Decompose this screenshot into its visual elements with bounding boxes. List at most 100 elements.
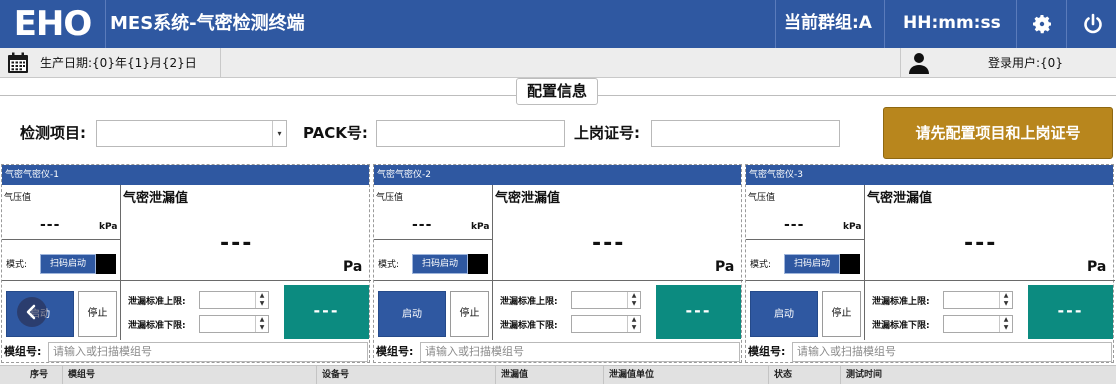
gear-icon[interactable] <box>1030 12 1054 36</box>
divider <box>374 280 743 281</box>
leak-value: --- <box>220 231 254 256</box>
leak-label: 气密泄漏值 <box>495 191 561 206</box>
pack-input[interactable] <box>376 120 565 147</box>
mode-label: 模式: <box>378 260 400 270</box>
company-logo: EHO <box>0 0 106 48</box>
column-header: 泄漏值单位 <box>609 370 655 380</box>
column-divider <box>316 366 317 384</box>
mode-toggle[interactable]: 扫码启动 <box>40 254 96 274</box>
current-group: 当前群组:A <box>784 13 872 33</box>
result-display: --- <box>656 285 741 339</box>
start-button[interactable]: 启动 <box>750 291 818 337</box>
upper-limit-spinner[interactable]: ▲ ▼ <box>199 291 269 309</box>
pressure-label: 气压值 <box>4 193 32 203</box>
power-icon[interactable] <box>1081 12 1105 36</box>
pressure-label: 气压值 <box>376 193 404 203</box>
stop-button[interactable]: 停止 <box>78 291 117 337</box>
column-divider <box>840 366 841 384</box>
leak-unit: Pa <box>715 259 735 275</box>
lower-limit-label: 泄漏标准下限: <box>872 321 930 331</box>
divider <box>746 239 864 240</box>
logo-text: EHO <box>13 4 93 44</box>
infobar-divider <box>220 48 221 78</box>
module-label: 模组号: <box>748 345 786 358</box>
leak-unit: Pa <box>1087 259 1107 275</box>
cert-label: 上岗证号: <box>574 124 640 142</box>
upper-limit-label: 泄漏标准上限: <box>128 297 186 307</box>
spinner-arrows-icon[interactable]: ▲ ▼ <box>255 292 268 308</box>
mode-toggle[interactable]: 扫码启动 <box>784 254 840 274</box>
login-user: 登录用户:{0} <box>988 56 1063 70</box>
app-window: EHO MES系统-气密检测终端 当前群组:A HH:mm:ss 生产日期:{0… <box>0 0 1116 384</box>
pack-label: PACK号: <box>303 124 368 142</box>
module-input[interactable]: 请输入或扫描模组号 <box>48 342 368 362</box>
pressure-unit: kPa <box>471 222 490 232</box>
project-label: 检测项目: <box>20 124 86 142</box>
divider <box>746 280 1115 281</box>
start-button[interactable]: 启动 <box>378 291 446 337</box>
configure-button[interactable]: 请先配置项目和上岗证号 <box>883 107 1113 159</box>
user-icon <box>909 53 929 74</box>
cert-input[interactable] <box>651 120 840 147</box>
production-date: 生产日期:{0}年{1}月{2}日 <box>40 56 197 70</box>
chevron-down-icon[interactable]: ▾ <box>272 121 286 146</box>
column-divider <box>768 366 769 384</box>
spinner-arrows-icon[interactable]: ▲ ▼ <box>999 292 1012 308</box>
mode-label: 模式: <box>750 260 772 270</box>
instrument-panel-3: 气密气密仪-3 气压值 --- kPa 气密泄漏值 --- Pa 模式: 扫码启… <box>745 164 1115 363</box>
pressure-value: --- <box>40 217 61 233</box>
divider <box>864 185 865 340</box>
upper-limit-label: 泄漏标准上限: <box>500 297 558 307</box>
divider <box>120 185 121 340</box>
spinner-arrows-icon[interactable]: ▲ ▼ <box>255 316 268 332</box>
divider <box>2 280 371 281</box>
column-divider <box>603 366 604 384</box>
clock-display: HH:mm:ss <box>903 13 1001 33</box>
upper-limit-spinner[interactable]: ▲ ▼ <box>571 291 641 309</box>
pressure-value: --- <box>412 217 433 233</box>
divider <box>2 239 120 240</box>
spinner-arrows-icon[interactable]: ▲ ▼ <box>627 292 640 308</box>
infobar-divider <box>900 48 901 78</box>
header-divider <box>775 0 776 48</box>
leak-value: --- <box>592 231 626 256</box>
project-select[interactable]: ▾ <box>96 120 287 147</box>
spinner-arrows-icon[interactable]: ▲ ▼ <box>999 316 1012 332</box>
upper-limit-spinner[interactable]: ▲ ▼ <box>943 291 1013 309</box>
column-divider <box>62 366 63 384</box>
pressure-value: --- <box>784 217 805 233</box>
upper-limit-label: 泄漏标准上限: <box>872 297 930 307</box>
spinner-arrows-icon[interactable]: ▲ ▼ <box>627 316 640 332</box>
instrument-panel-2: 气密气密仪-2 气压值 --- kPa 气密泄漏值 --- Pa 模式: 扫码启… <box>373 164 743 363</box>
column-divider <box>495 366 496 384</box>
info-bar: 生产日期:{0}年{1}月{2}日 登录用户:{0} <box>0 48 1116 78</box>
lower-limit-spinner[interactable]: ▲ ▼ <box>943 315 1013 333</box>
mode-label: 模式: <box>6 260 28 270</box>
lower-limit-label: 泄漏标准下限: <box>500 321 558 331</box>
leak-unit: Pa <box>343 259 363 275</box>
calendar-icon <box>8 52 28 73</box>
leak-value: --- <box>964 231 998 256</box>
module-input[interactable]: 请输入或扫描模组号 <box>792 342 1112 362</box>
divider <box>374 239 492 240</box>
stop-button[interactable]: 停止 <box>822 291 861 337</box>
back-arrow-icon[interactable] <box>17 297 47 327</box>
pressure-unit: kPa <box>99 222 118 232</box>
module-input[interactable]: 请输入或扫描模组号 <box>420 342 740 362</box>
lower-limit-spinner[interactable]: ▲ ▼ <box>199 315 269 333</box>
leak-label: 气密泄漏值 <box>123 191 189 206</box>
mode-toggle[interactable]: 扫码启动 <box>412 254 468 274</box>
column-header: 序号 <box>30 370 49 380</box>
header-divider <box>1066 0 1067 48</box>
column-header: 设备号 <box>322 370 350 380</box>
config-title: 配置信息 <box>516 78 598 105</box>
panel-title: 气密气密仪-3 <box>746 165 1113 185</box>
lower-limit-spinner[interactable]: ▲ ▼ <box>571 315 641 333</box>
stop-button[interactable]: 停止 <box>450 291 489 337</box>
lower-limit-label: 泄漏标准下限: <box>128 321 186 331</box>
column-header: 泄漏值 <box>501 370 529 380</box>
app-header: EHO MES系统-气密检测终端 当前群组:A HH:mm:ss <box>0 0 1116 48</box>
leak-label: 气密泄漏值 <box>867 191 933 206</box>
panel-title: 气密气密仪-1 <box>2 165 369 185</box>
panel-title: 气密气密仪-2 <box>374 165 741 185</box>
